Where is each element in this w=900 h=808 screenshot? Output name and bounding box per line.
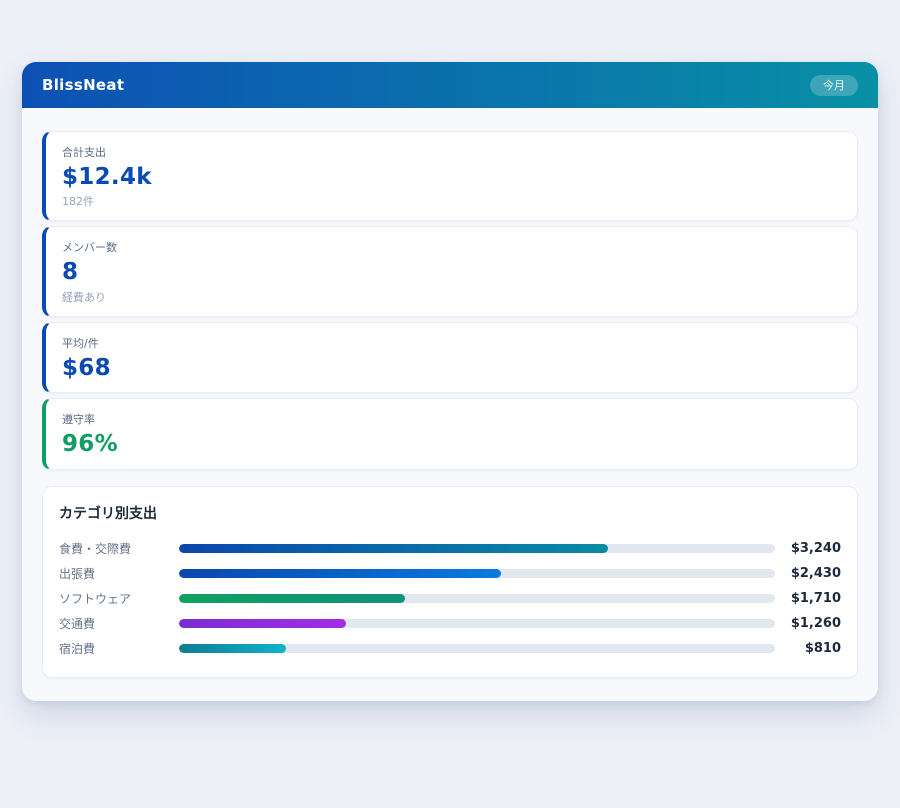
stat-card: 遵守率 96% [42,398,858,469]
category-title: カテゴリ別支出 [59,503,841,523]
category-row: 交通費 $1,260 [59,611,841,636]
bar-fill [179,619,346,628]
stat-sub: 経費あり [62,289,841,305]
category-row: 食費・交際費 $3,240 [59,536,841,561]
stat-label: 合計支出 [62,144,841,160]
bar-fill [179,569,501,578]
category-amount: $1,710 [783,591,841,606]
bar-track [179,569,775,578]
category-label: 出張費 [59,565,179,582]
category-label: 食費・交際費 [59,540,179,557]
stat-sub: 182件 [62,193,841,209]
bar-fill [179,594,405,603]
stat-card: 平均/件 $68 [42,322,858,393]
period-badge[interactable]: 今月 [810,75,858,96]
stat-value: 8 [62,259,841,285]
app-title: BlissNeat [42,76,124,94]
stat-card: 合計支出 $12.4k 182件 [42,131,858,221]
stat-value: $12.4k [62,164,841,190]
bar-track [179,644,775,653]
category-rows: 食費・交際費 $3,240 出張費 $2,430 ソフトウェア $1,710 交… [59,536,841,661]
bar-fill [179,544,608,553]
stat-label: 平均/件 [62,335,841,351]
stat-label: 遵守率 [62,411,841,427]
category-amount: $2,430 [783,566,841,581]
category-label: 宿泊費 [59,640,179,657]
category-card: カテゴリ別支出 食費・交際費 $3,240 出張費 $2,430 ソフトウェア … [42,486,858,678]
app-bar: BlissNeat 今月 [22,62,878,108]
dashboard-container: BlissNeat 今月 合計支出 $12.4k 182件 メンバー数 8 経費… [22,62,878,701]
category-amount: $810 [783,641,841,656]
category-label: ソフトウェア [59,590,179,607]
bar-fill [179,644,286,653]
content-area: 合計支出 $12.4k 182件 メンバー数 8 経費あり 平均/件 $68 遵… [22,108,878,701]
stat-card: メンバー数 8 経費あり [42,226,858,316]
category-amount: $3,240 [783,541,841,556]
stat-value: $68 [62,355,841,381]
category-label: 交通費 [59,615,179,632]
bar-track [179,594,775,603]
category-row: 宿泊費 $810 [59,636,841,661]
category-amount: $1,260 [783,616,841,631]
bar-track [179,619,775,628]
category-row: 出張費 $2,430 [59,561,841,586]
category-row: ソフトウェア $1,710 [59,586,841,611]
bar-track [179,544,775,553]
stat-value: 96% [62,431,841,457]
stat-label: メンバー数 [62,239,841,255]
